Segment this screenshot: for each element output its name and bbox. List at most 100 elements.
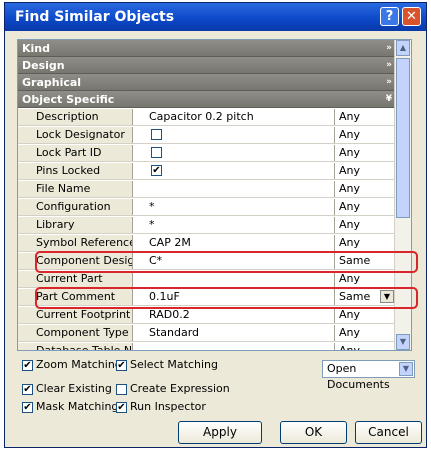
category-graphical[interactable]: Graphical » [18, 74, 396, 91]
cancel-button[interactable]: Cancel [355, 421, 422, 444]
match-mode[interactable]: Any [335, 307, 396, 323]
lock-designator-checkbox[interactable] [151, 129, 162, 140]
expand-icon[interactable]: » [386, 40, 392, 57]
row-library[interactable]: Library * Any [18, 217, 396, 234]
match-mode[interactable]: Any [335, 199, 396, 215]
category-label: Kind [22, 42, 50, 55]
property-value[interactable] [133, 271, 335, 287]
create-expression-option[interactable]: Create Expression [116, 382, 230, 396]
property-label: Component Type [18, 325, 133, 341]
category-label: Design [22, 59, 65, 72]
property-value[interactable] [133, 127, 335, 143]
apply-button[interactable]: Apply [178, 421, 262, 444]
scroll-thumb[interactable] [396, 58, 410, 218]
mask-matching-checkbox[interactable]: ✔ [22, 401, 33, 413]
ok-button[interactable]: OK [280, 421, 347, 444]
row-file-name[interactable]: File Name Any [18, 181, 396, 198]
row-component-designator[interactable]: Component DesignatorC*Same [18, 253, 396, 270]
match-mode[interactable]: Any [335, 145, 396, 161]
property-value[interactable]: C* [133, 253, 335, 269]
zoom-matching-checkbox[interactable]: ✔ [22, 359, 33, 371]
mask-matching-option[interactable]: ✔ Mask Matching [22, 400, 118, 414]
match-mode[interactable]: Same [335, 253, 396, 269]
row-current-part[interactable]: Current Part Any [18, 271, 396, 288]
property-value[interactable]: 0.1uF [133, 289, 335, 305]
match-mode[interactable]: Any [335, 325, 396, 341]
property-value[interactable] [133, 343, 335, 350]
property-value[interactable]: RAD0.2 [133, 307, 335, 323]
match-mode[interactable]: Any [335, 163, 396, 179]
run-inspector-checkbox[interactable]: ✔ [116, 401, 127, 413]
property-label: File Name [18, 181, 133, 197]
close-button[interactable]: ✕ [402, 7, 421, 26]
expand-icon[interactable]: » [386, 74, 392, 91]
scope-value: Open Documents [327, 362, 390, 391]
select-matching-option[interactable]: ✔ Select Matching [116, 358, 218, 372]
run-inspector-option[interactable]: ✔ Run Inspector [116, 400, 206, 414]
match-mode[interactable]: Any [335, 343, 396, 350]
property-label: Lock Designator [18, 127, 133, 143]
option-label: Create Expression [130, 382, 230, 395]
option-label: Select Matching [130, 358, 219, 371]
match-mode[interactable]: Any [335, 109, 396, 125]
property-value[interactable]: ✔ [133, 163, 335, 179]
expand-icon[interactable]: » [386, 57, 392, 74]
row-symbol-reference[interactable]: Symbol Reference CAP 2M Any [18, 235, 396, 252]
scroll-down-icon[interactable]: ▼ [396, 334, 410, 350]
match-mode[interactable]: Any [335, 235, 396, 251]
property-value[interactable]: * [133, 217, 335, 233]
property-label: Description [18, 109, 133, 125]
category-design[interactable]: Design » [18, 57, 396, 74]
property-value[interactable] [133, 145, 335, 161]
property-label: Library [18, 217, 133, 233]
lock-part-id-checkbox[interactable] [151, 147, 162, 158]
row-pins-locked[interactable]: Pins Locked ✔ Any [18, 163, 396, 180]
clear-existing-option[interactable]: ✔ Clear Existing [22, 382, 112, 396]
match-mode[interactable]: Any [335, 127, 396, 143]
create-expression-checkbox[interactable] [116, 383, 127, 395]
property-value[interactable]: * [133, 199, 335, 215]
row-current-footprint[interactable]: Current Footprint RAD0.2 Any [18, 307, 396, 324]
property-label: Database Table Name [18, 343, 133, 350]
scroll-up-icon[interactable]: ▲ [396, 40, 410, 56]
clear-existing-checkbox[interactable]: ✔ [22, 383, 33, 395]
property-grid: Kind » Design » Graphical » Object Specific… [17, 39, 412, 351]
property-value[interactable]: CAP 2M [133, 235, 335, 251]
property-label: Symbol Reference [18, 235, 133, 251]
vertical-scrollbar[interactable]: ▲ ▼ [394, 40, 411, 350]
option-label: Zoom Matching [36, 358, 122, 371]
pins-locked-checkbox[interactable]: ✔ [151, 165, 162, 176]
row-lock-designator[interactable]: Lock Designator Any [18, 127, 396, 144]
match-mode[interactable]: Any [335, 181, 396, 197]
category-label: Object Specific [22, 93, 115, 106]
property-label: Part Comment [18, 289, 133, 305]
row-lock-part-id[interactable]: Lock Part ID Any [18, 145, 396, 162]
chevron-down-icon[interactable]: ▼ [380, 290, 394, 303]
dialog-title: Find Similar Objects [15, 9, 175, 25]
select-matching-checkbox[interactable]: ✔ [116, 359, 127, 371]
row-description[interactable]: Description Capacitor 0.2 pitch Any [18, 109, 396, 126]
option-label: Mask Matching [36, 400, 119, 413]
property-label: Lock Part ID [18, 145, 133, 161]
match-mode[interactable]: Any [335, 217, 396, 233]
row-part-comment[interactable]: Part Comment 0.1uF Same ▼ [18, 289, 396, 306]
match-mode: Same [339, 290, 371, 303]
category-object-specific[interactable]: Object Specific ¥ [18, 91, 396, 108]
row-configuration[interactable]: Configuration * Any [18, 199, 396, 216]
help-button[interactable]: ? [380, 7, 399, 26]
category-kind[interactable]: Kind » [18, 40, 396, 57]
property-value[interactable] [133, 181, 335, 197]
property-value[interactable]: Standard [133, 325, 335, 341]
match-mode[interactable]: Any [335, 271, 396, 287]
option-label: Clear Existing [36, 382, 112, 395]
collapse-icon[interactable]: ¥ [386, 91, 392, 108]
option-label: Run Inspector [130, 400, 206, 413]
row-component-type[interactable]: Component Type Standard Any [18, 325, 396, 342]
scope-select[interactable]: Open Documents ▼ [322, 360, 415, 391]
match-mode-select[interactable]: Same ▼ [335, 289, 396, 305]
zoom-matching-option[interactable]: ✔ Zoom Matching [22, 358, 122, 372]
chevron-down-icon[interactable]: ▼ [399, 362, 413, 376]
title-bar[interactable]: Find Similar Objects ? ✕ [5, 3, 426, 31]
property-value[interactable]: Capacitor 0.2 pitch [133, 109, 335, 125]
row-database-table-name[interactable]: Database Table Name Any [18, 343, 396, 350]
